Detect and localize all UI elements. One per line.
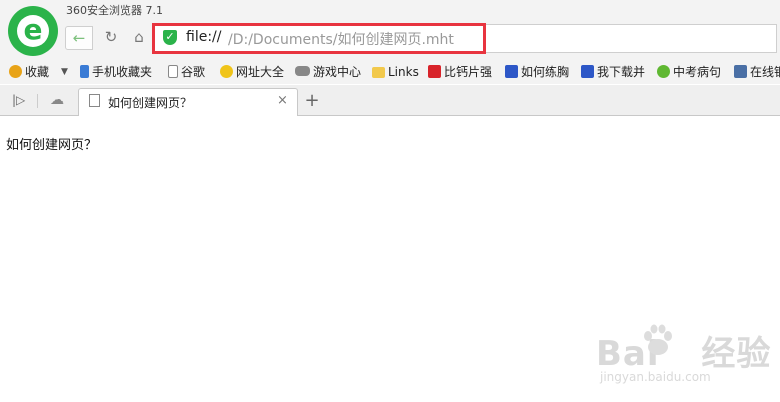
baidu-paw-icon [581,65,594,78]
toutiao-icon [428,65,441,78]
page-icon [168,65,178,78]
refresh-button[interactable]: ↻ [97,26,125,50]
folder-icon [372,67,385,78]
shield-check-icon: ✓ [163,30,177,45]
watermark-brand-cn: 经验 [701,334,772,374]
page-text: 如何创建网页？ [6,138,98,153]
window-title: 360安全浏览器 7.1 [66,4,163,17]
bookmark-favorites[interactable]: 收藏 [9,63,49,81]
tab-title: 如何创建网页？ [108,96,193,110]
leaf-icon [657,65,670,78]
url-scheme: file:// [186,29,222,45]
divider [37,94,38,108]
bookmark-game-center[interactable]: 游戏中心 [295,63,361,81]
bookmark-label: 网址大全 [236,65,285,79]
sidebar-toggle-icon[interactable]: |▷ [12,93,25,107]
bookmark-toutiao[interactable]: 比钙片强 [428,63,492,81]
bookmark-label: 我下载并 [597,65,646,79]
home-button[interactable]: ⌂ [125,26,153,50]
baidu-paw-icon [644,324,672,355]
phone-icon [80,65,89,78]
bookmark-label: Links [388,65,419,79]
chevron-down-icon[interactable]: ▼ [61,63,68,81]
new-tab-button[interactable]: + [301,91,323,113]
bookmark-google[interactable]: 谷歌 [168,63,205,81]
bookmark-online[interactable]: 在线钢 [734,63,780,81]
bookmark-links-folder[interactable]: Links [372,63,419,81]
gamepad-icon [295,66,310,76]
back-button[interactable]: ← [65,26,93,50]
bookmark-label: 在线钢 [750,65,780,79]
bookmark-baidu-1[interactable]: 如何练胸 [505,63,569,81]
browser-logo-icon: e [8,6,58,56]
bookmark-baidu-2[interactable]: 我下载并 [581,63,645,81]
plus-circle-icon [220,65,233,78]
bookmark-label: 如何练胸 [521,65,570,79]
cloud-icon[interactable]: ☁ [50,92,64,108]
bookmark-label: 比钙片强 [444,65,493,79]
bookmark-label: 游戏中心 [313,65,362,79]
star-add-icon [9,65,22,78]
bookmark-zhongkao[interactable]: 中考病句 [657,63,721,81]
url-path: /D:/Documents/如何创建网页.mht [228,32,454,48]
baidu-watermark: Bai 经验 [596,326,771,375]
bookmark-label: 中考病句 [673,65,722,79]
document-icon [89,94,100,107]
bookmark-mobile-favorites[interactable]: 手机收藏夹 [80,63,152,81]
monitor-icon [734,65,747,78]
bookmark-site-directory[interactable]: 网址大全 [220,63,284,81]
baidu-paw-icon [505,65,518,78]
close-icon[interactable]: × [277,93,288,108]
watermark-url: jingyan.baidu.com [600,370,711,384]
bookmark-label: 手机收藏夹 [92,65,153,79]
bookmark-label: 收藏 [25,65,50,79]
bookmark-label: 谷歌 [181,65,206,79]
